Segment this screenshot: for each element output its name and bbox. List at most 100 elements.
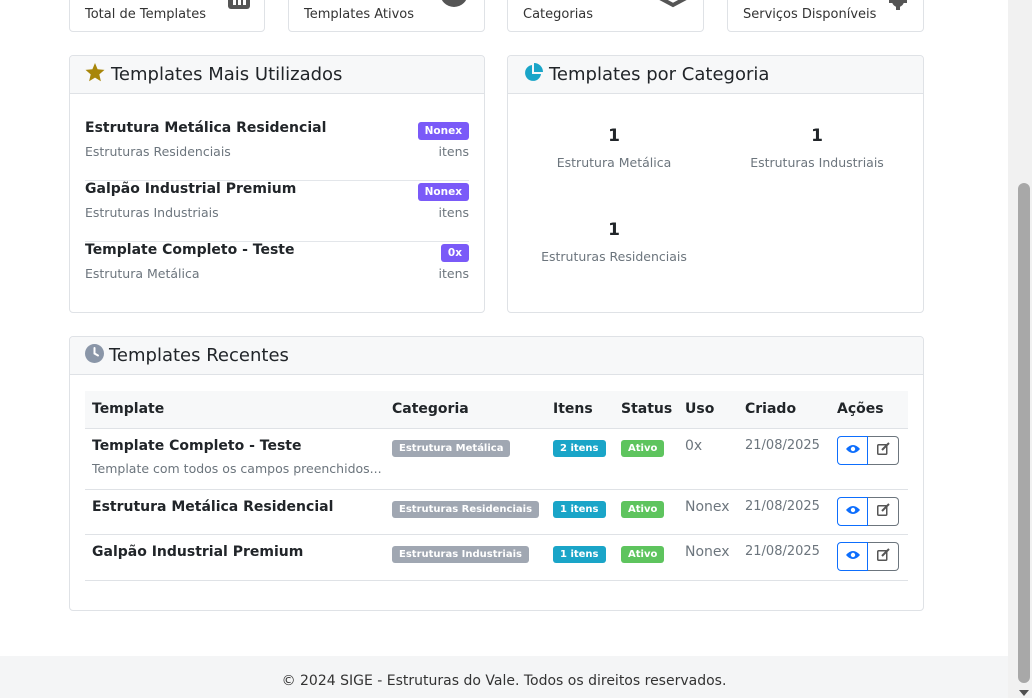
usage-cell: Nonex <box>678 489 738 535</box>
items-label: itens <box>438 144 470 159</box>
category-cell: Estruturas Industriais <box>385 534 546 581</box>
card-header: Templates Recentes <box>70 337 923 375</box>
eye-icon <box>845 549 860 564</box>
most-used-card: Templates Mais Utilizados Estrutura Metá… <box>69 55 485 313</box>
usage-badge: Nonex <box>417 183 469 201</box>
usage-value: Nonex <box>685 543 730 560</box>
created-date: 21/08/2025 <box>745 437 820 453</box>
list-item[interactable]: Estrutura Metálica Residencial Nonex Est… <box>85 120 469 181</box>
usage-cell: Nonex <box>678 534 738 581</box>
edit-icon <box>876 547 890 565</box>
edit-button[interactable] <box>868 541 899 571</box>
category-badge: Estruturas Residenciais <box>392 500 540 518</box>
items-cell: 1 itens <box>546 489 614 535</box>
check-circle-icon <box>439 0 469 13</box>
action-buttons <box>837 496 899 526</box>
column-header[interactable]: Itens <box>546 391 614 429</box>
stat-label: Templates Ativos <box>304 7 415 22</box>
action-buttons <box>837 435 899 465</box>
template-name: Galpão Industrial Premium <box>92 543 304 560</box>
items-cell: 2 itens <box>546 428 614 490</box>
card-title: Templates por Categoria <box>549 64 770 85</box>
category-cell: Estrutura Metálica <box>385 428 546 490</box>
created-cell: 21/08/2025 <box>738 534 830 581</box>
scrollbar-thumb[interactable] <box>1018 183 1030 683</box>
created-date: 21/08/2025 <box>745 543 820 559</box>
template-name: Template Completo - Teste <box>85 242 295 258</box>
stat-label: Categorias <box>523 7 594 22</box>
column-header[interactable]: Criado <box>738 391 830 429</box>
items-badge: 1 itens <box>553 545 606 563</box>
usage-badge: 0x <box>440 244 469 262</box>
stat-card-categorias: Categorias <box>507 0 704 32</box>
status-badge: Ativo <box>621 545 665 563</box>
column-header[interactable]: Uso <box>678 391 738 429</box>
by-category-card: Templates por Categoria 1 Estrutura Metá… <box>507 55 924 313</box>
eye-icon <box>845 504 860 519</box>
status-badge: Ativo <box>621 439 665 457</box>
table-header-row: Template Categoria Itens Status Uso Cria… <box>85 391 908 429</box>
status-badge: Ativo <box>621 500 665 518</box>
template-cell: Galpão Industrial Premium <box>85 534 385 581</box>
scroll-down-icon[interactable] <box>1019 690 1029 696</box>
category-label: Estrutura Metálica <box>556 155 672 170</box>
footer-text: © 2024 SIGE - Estruturas do Vale. Todos … <box>281 673 727 689</box>
column-header[interactable]: Template <box>85 391 385 429</box>
actions-cell <box>830 534 908 581</box>
category-count: 1 <box>608 220 620 240</box>
stat-label: Serviços Disponíveis <box>743 7 877 22</box>
card-title: Templates Recentes <box>109 345 289 366</box>
usage-value: Nonex <box>685 498 730 515</box>
edit-icon <box>876 502 890 520</box>
category-stat: 1 Estrutura Metálica <box>514 126 714 170</box>
table-row: Galpão Industrial Premium Estruturas Ind… <box>85 534 908 581</box>
column-header[interactable]: Status <box>614 391 678 429</box>
created-cell: 21/08/2025 <box>738 489 830 535</box>
edit-button[interactable] <box>868 435 899 465</box>
list-item[interactable]: Galpão Industrial Premium Nonex Estrutur… <box>85 181 469 242</box>
status-cell: Ativo <box>614 534 678 581</box>
template-description: Template com todos os campos preenchidos… <box>92 460 382 476</box>
recent-templates-table: Template Categoria Itens Status Uso Cria… <box>85 391 908 581</box>
template-name: Galpão Industrial Premium <box>85 181 297 197</box>
column-header[interactable]: Categoria <box>385 391 546 429</box>
view-button[interactable] <box>837 496 868 526</box>
recent-templates-card: Templates Recentes Template Categoria It… <box>69 336 924 611</box>
template-category: Estruturas Industriais <box>85 205 219 220</box>
items-badge: 2 itens <box>553 439 606 457</box>
table-row: Template Completo - Teste Template com t… <box>85 428 908 490</box>
gear-icon <box>888 0 908 15</box>
card-header: Templates Mais Utilizados <box>70 56 484 94</box>
actions-cell <box>830 489 908 535</box>
status-cell: Ativo <box>614 428 678 490</box>
template-name: Estrutura Metálica Residencial <box>92 498 334 515</box>
items-label: itens <box>438 266 470 281</box>
layers-icon <box>656 0 690 15</box>
created-cell: 21/08/2025 <box>738 428 830 490</box>
stat-card-total: Total de Templates <box>69 0 265 32</box>
template-category: Estruturas Residenciais <box>85 144 231 159</box>
edit-button[interactable] <box>868 496 899 526</box>
clock-icon <box>85 344 104 367</box>
actions-cell <box>830 428 908 490</box>
card-header: Templates por Categoria <box>508 56 923 94</box>
table-row: Estrutura Metálica Residencial Estrutura… <box>85 489 908 535</box>
template-cell: Template Completo - Teste Template com t… <box>85 428 385 490</box>
status-cell: Ativo <box>614 489 678 535</box>
view-button[interactable] <box>837 541 868 571</box>
template-name: Estrutura Metálica Residencial <box>85 120 327 136</box>
template-cell: Estrutura Metálica Residencial <box>85 489 385 535</box>
pie-chart-icon <box>523 62 543 87</box>
items-label: itens <box>438 205 470 220</box>
view-button[interactable] <box>837 435 868 465</box>
category-badge: Estrutura Metálica <box>392 439 511 457</box>
stat-card-servicos: Serviços Disponíveis <box>727 0 924 32</box>
usage-cell: 0x <box>678 428 738 490</box>
template-name: Template Completo - Teste <box>92 437 302 454</box>
items-cell: 1 itens <box>546 534 614 581</box>
list-item[interactable]: Template Completo - Teste 0x Estrutura M… <box>85 242 469 303</box>
category-badge: Estruturas Industriais <box>392 545 529 563</box>
card-title: Templates Mais Utilizados <box>111 64 343 85</box>
action-buttons <box>837 541 899 571</box>
vertical-scrollbar[interactable] <box>1008 0 1032 698</box>
